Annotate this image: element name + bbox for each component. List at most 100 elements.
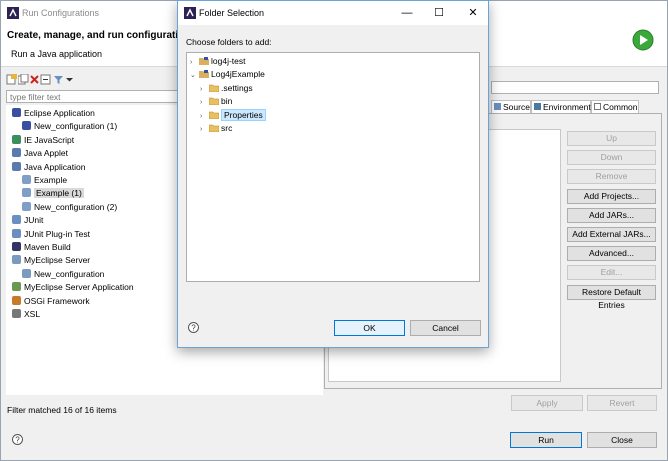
tree-item-label: IE JavaScript <box>24 134 75 145</box>
eclipse-icon <box>184 7 196 19</box>
side-button[interactable]: Remove <box>567 169 656 185</box>
tab-common[interactable]: Common <box>591 100 639 114</box>
source-icon <box>494 103 501 110</box>
run-button[interactable]: Run <box>510 432 582 448</box>
chevron-right-icon[interactable]: › <box>200 96 209 109</box>
folder-icon <box>209 124 219 132</box>
collapse-all-icon[interactable] <box>40 74 51 85</box>
help-icon[interactable]: ? <box>12 434 23 445</box>
tree-item[interactable]: MyEclipse Server Application <box>12 281 134 294</box>
cancel-button[interactable]: Cancel <box>410 320 481 336</box>
side-button[interactable]: Advanced... <box>567 246 656 262</box>
folder-icon <box>209 97 219 106</box>
revert-button[interactable]: Revert <box>587 395 657 411</box>
side-button[interactable]: Edit... <box>567 265 656 281</box>
folder-tree-item[interactable]: › .settings <box>200 82 253 95</box>
config-name-input[interactable] <box>491 81 659 94</box>
server-app-icon <box>12 282 21 292</box>
tree-item[interactable]: OSGi Framework <box>12 295 90 308</box>
tree-item-label: New_configuration (1) <box>34 121 118 132</box>
close-icon[interactable]: ✕ <box>458 5 488 21</box>
tree-item-label: JUnit <box>24 215 44 226</box>
maximize-icon[interactable]: ☐ <box>424 5 454 21</box>
tree-item-label: MyEclipse Server Application <box>24 282 134 293</box>
eclipse-icon <box>7 7 19 19</box>
tree-item[interactable]: Example <box>22 174 67 187</box>
xsl-icon <box>12 309 21 318</box>
tree-item[interactable]: Java Applet <box>12 147 68 160</box>
tree-item-label: Example <box>34 175 68 185</box>
svg-text:?: ? <box>15 435 20 444</box>
tree-item[interactable]: New_configuration (1) <box>22 120 117 133</box>
delete-config-icon[interactable] <box>29 74 40 85</box>
tree-item-label: Maven Build <box>24 242 71 252</box>
side-button[interactable]: Restore Default Entries <box>567 284 656 310</box>
chevron-right-icon[interactable]: › <box>190 56 199 69</box>
tree-item[interactable]: Eclipse Application <box>12 107 95 120</box>
tree-item-label: MyEclipse Server <box>24 255 91 266</box>
tree-item[interactable]: Maven Build <box>12 241 71 254</box>
tree-item-label: Java Application <box>24 161 86 172</box>
java-applet-icon <box>12 148 21 158</box>
side-button[interactable]: Add External JARs... <box>567 227 656 242</box>
new-config-icon[interactable] <box>6 74 17 85</box>
folder-tree: › log4j-test ⌄ Log4jExample › .settings › bin › P… <box>186 52 480 282</box>
folder-tree-item[interactable]: › bin <box>200 95 232 108</box>
tree-item[interactable]: JUnit Plug-in Test <box>12 228 90 241</box>
ie-javascript-icon <box>12 134 21 144</box>
tab-source-label: Source <box>503 102 530 112</box>
folder-icon <box>209 84 219 92</box>
side-button[interactable]: Add JARs... <box>567 207 656 223</box>
eclipse-app-icon <box>12 108 21 117</box>
help-icon[interactable]: ? <box>188 322 199 333</box>
close-button[interactable]: Close <box>587 432 657 448</box>
folder-tree-item[interactable]: › log4j-test <box>190 55 246 68</box>
tree-item[interactable]: JUnit <box>12 214 43 227</box>
chevron-right-icon[interactable]: › <box>200 110 209 123</box>
maven-icon <box>12 242 21 251</box>
tree-item[interactable]: Example (1) <box>22 187 84 200</box>
folder-tree-item-label: Properties <box>221 108 266 121</box>
side-button[interactable]: Down <box>567 150 656 166</box>
tree-item-label: OSGi Framework <box>24 295 90 306</box>
folder-tree-item-label: bin <box>221 96 233 107</box>
folder-tree-item[interactable]: › src <box>200 122 232 135</box>
tree-item-label: JUnit Plug-in Test <box>24 228 90 239</box>
chevron-right-icon[interactable]: › <box>200 83 209 96</box>
folder-tree-item-label: Log4jExample <box>211 69 265 80</box>
side-button[interactable]: Add Projects... <box>567 188 656 204</box>
duplicate-config-icon[interactable] <box>18 74 29 85</box>
tree-item[interactable]: MyEclipse Server <box>12 254 90 267</box>
tree-item-label: Eclipse Application <box>24 108 95 118</box>
tab-source[interactable]: Source <box>491 100 531 114</box>
chevron-down-icon[interactable] <box>64 74 75 85</box>
tree-item[interactable]: New_configuration <box>22 268 104 281</box>
filter-icon[interactable] <box>53 74 64 85</box>
tree-item[interactable]: Java Application <box>12 161 85 174</box>
ok-button[interactable]: OK <box>334 320 405 336</box>
folder-tree-item[interactable]: ⌄ Log4jExample <box>190 68 265 81</box>
tab-environment-label: Environment <box>543 102 591 112</box>
folder-tree-item[interactable]: › Properties <box>200 108 266 123</box>
server-config-icon <box>22 268 31 278</box>
dialog-titlebar: Folder Selection — ☐ ✕ <box>178 1 488 25</box>
chevron-down-icon[interactable]: ⌄ <box>190 69 199 82</box>
side-button[interactable]: Up <box>567 131 656 146</box>
chevron-right-icon[interactable]: › <box>200 123 209 136</box>
common-icon <box>594 103 601 110</box>
osgi-icon <box>12 295 21 305</box>
folder-tree-item-label: .settings <box>221 82 253 93</box>
minimize-icon[interactable]: — <box>392 5 422 21</box>
dialog-prompt: Choose folders to add: <box>186 37 272 47</box>
tree-item-label: Example (1) <box>34 188 84 199</box>
java-class-icon <box>22 175 31 184</box>
apply-button[interactable]: Apply <box>511 395 583 411</box>
tree-item[interactable]: New_configuration (2) <box>22 201 117 214</box>
run-circle-icon <box>632 29 654 51</box>
tree-item[interactable]: XSL <box>12 308 40 321</box>
folder-tree-item-label: src <box>221 123 233 133</box>
tree-item[interactable]: IE JavaScript <box>12 134 74 147</box>
junit-plugin-icon <box>12 228 21 238</box>
tab-environment[interactable]: Environment <box>531 100 591 114</box>
svg-text:?: ? <box>191 323 196 332</box>
